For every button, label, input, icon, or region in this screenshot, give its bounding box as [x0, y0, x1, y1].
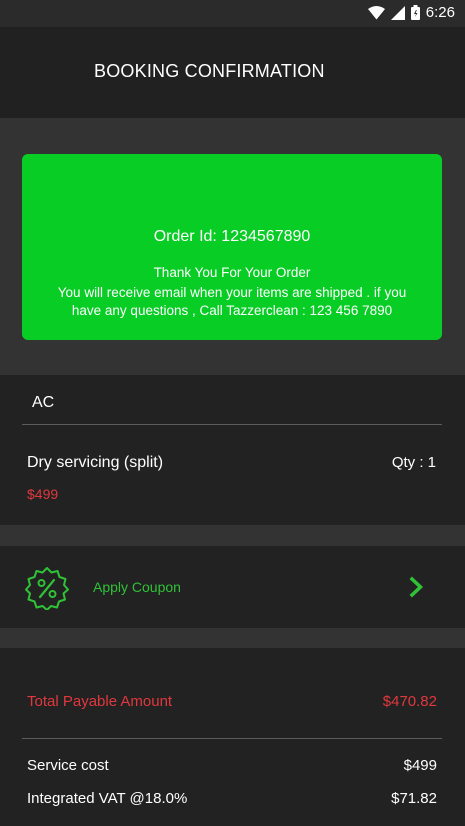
booking-confirmation-screen: 6:26 BOOKING CONFIRMATION Order Id: 1234… [0, 0, 465, 826]
service-item-price: $499 [27, 486, 59, 502]
status-icons: 6:26 [367, 4, 455, 21]
app-bar: BOOKING CONFIRMATION [0, 27, 465, 118]
payment-summary-section: Total Payable Amount $470.82 Service cos… [0, 648, 465, 826]
email-notice-text: You will receive email when your items a… [57, 285, 407, 318]
wifi-icon [367, 5, 385, 20]
service-item-name: Dry servicing (split) [27, 454, 164, 471]
status-bar: 6:26 [0, 0, 465, 27]
vat-label: Integrated VAT @18.0% [27, 790, 188, 807]
apply-coupon-label[interactable]: Apply Coupon [93, 579, 181, 595]
chevron-right-icon[interactable] [409, 576, 425, 598]
service-details-section: AC Dry servicing (split) Qty : 1 $499 [0, 375, 465, 525]
apply-coupon-row[interactable]: Apply Coupon [0, 546, 465, 628]
battery-icon [410, 5, 420, 20]
page-title: BOOKING CONFIRMATION [94, 61, 325, 81]
service-category-label: AC [32, 394, 55, 411]
service-cost-value: $499 [403, 757, 437, 774]
divider [22, 738, 442, 739]
service-cost-label: Service cost [27, 757, 109, 774]
total-payable-label: Total Payable Amount [27, 693, 173, 710]
discount-badge-icon [25, 566, 69, 611]
vat-value: $71.82 [391, 790, 437, 807]
confirmation-card: Order Id: 1234567890 Thank You For Your … [22, 154, 442, 340]
divider [22, 424, 442, 425]
order-id-text: Order Id: 1234567890 [153, 228, 311, 245]
thank-you-text: Thank You For Your Order [153, 265, 311, 280]
total-payable-value: $470.82 [382, 693, 437, 710]
cell-signal-icon [390, 5, 405, 20]
service-item-qty: Qty : 1 [391, 454, 436, 471]
status-time: 6:26 [425, 4, 455, 21]
confirmation-section: Order Id: 1234567890 Thank You For Your … [0, 118, 465, 375]
